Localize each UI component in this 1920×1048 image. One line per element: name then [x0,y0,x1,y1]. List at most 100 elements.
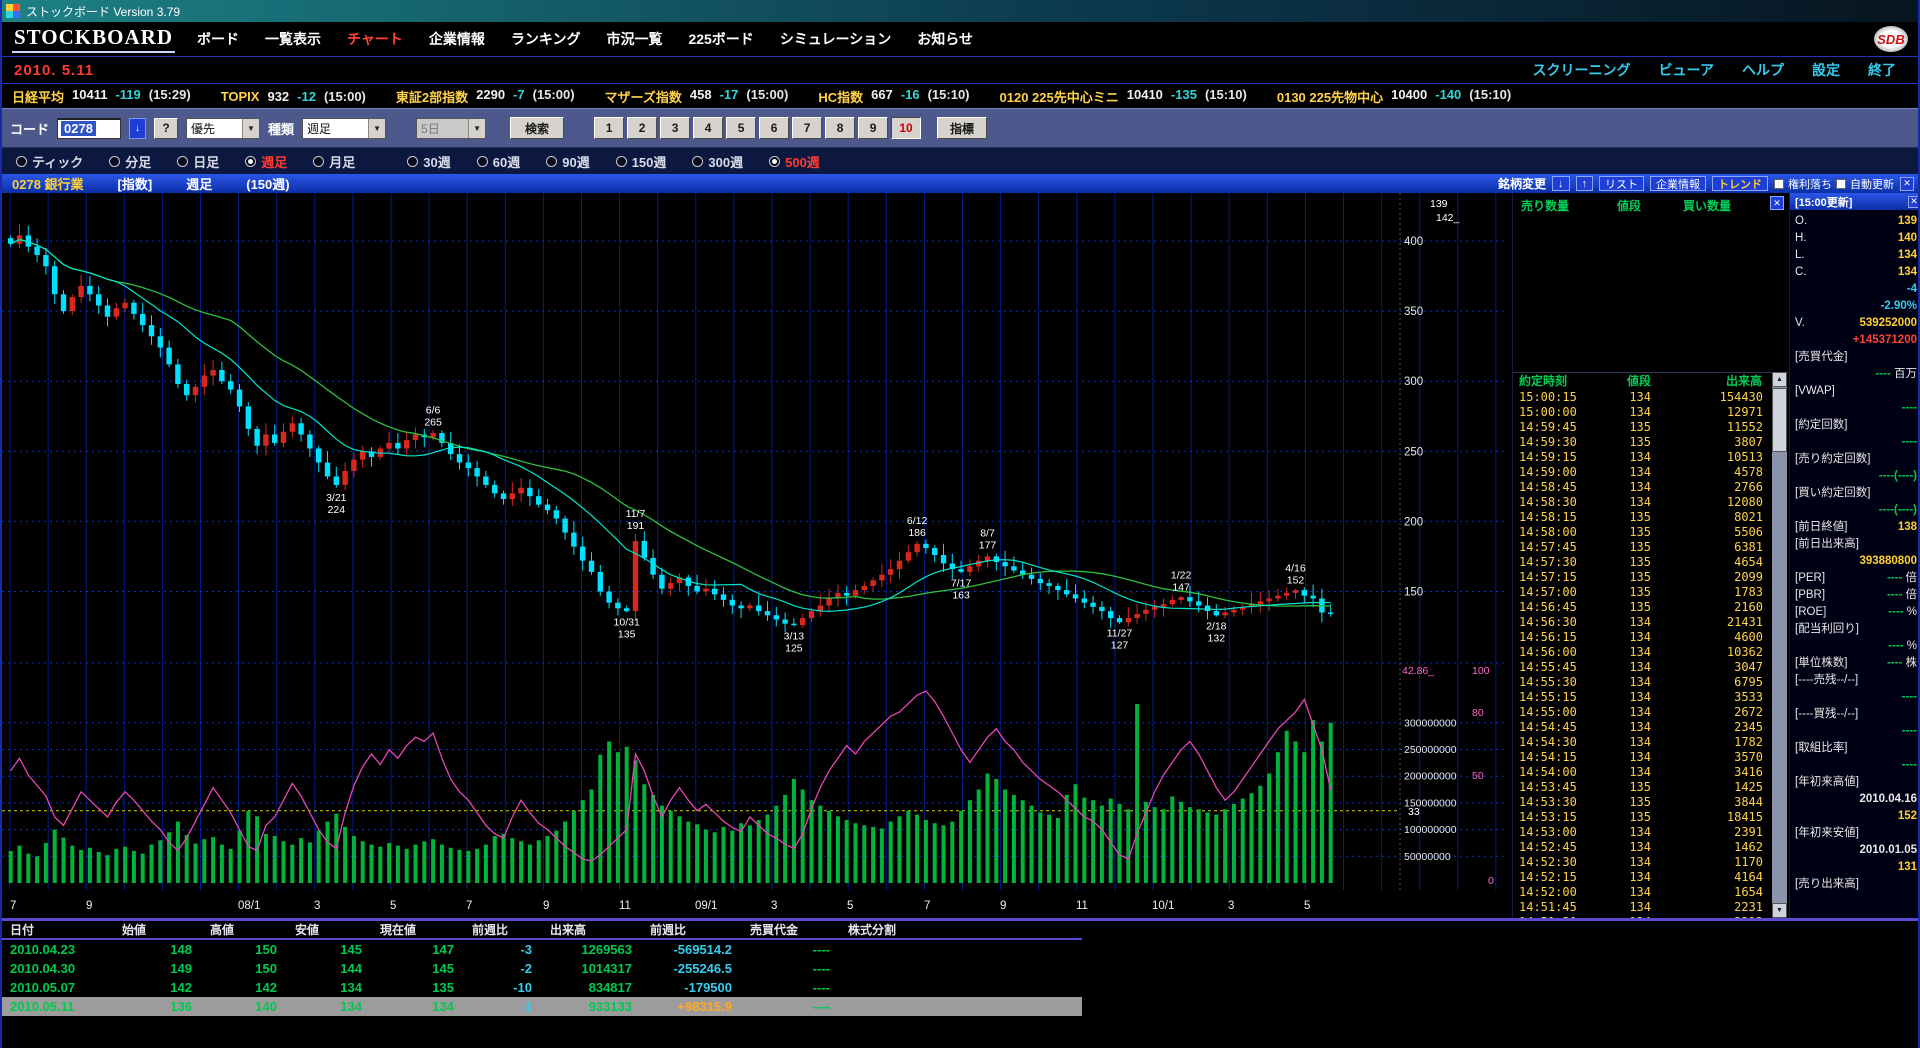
stats-close-icon[interactable]: ✕ [1908,196,1920,208]
header-checkbox[interactable]: 権利落ち [1774,176,1832,192]
corp-info-button[interactable]: 企業情報 [1650,176,1706,191]
checkbox-icon[interactable] [1774,179,1784,189]
menu-item[interactable]: ランキング [511,29,581,49]
timeframe-radio[interactable]: 分足 [109,152,151,171]
stats-row: [----買残--/--]---- [1795,706,1917,740]
timeframe-radio[interactable]: 60週 [477,152,520,171]
history-row[interactable]: 2010.05.07142142134135-10834817-179500--… [2,978,1082,997]
execution-list: 約定時刻 値段 出来高 15:00:1513415443015:00:00134… [1513,372,1788,918]
order-panel-close-icon[interactable]: ✕ [1770,196,1784,210]
timeframe-radio[interactable]: ティック [16,152,83,171]
timeframe-radio[interactable]: 日足 [177,152,219,171]
svg-text:9: 9 [86,900,92,912]
stats-row: L.134 [1795,247,1917,264]
ticker-change: -7 [513,87,525,106]
timeframe-radio[interactable]: 150週 [616,152,667,171]
menu-item[interactable]: 企業情報 [429,29,485,49]
ticker-item: 東証2部指数2290-7(15:00) [396,87,575,106]
execution-row: 14:54:301341782 [1513,735,1773,750]
priority-dropdown[interactable]: 優先▼ [186,118,260,139]
sub-link[interactable]: ビューア [1659,60,1714,80]
radio-icon[interactable] [692,156,703,167]
indicator-button[interactable]: 指標 [937,117,987,139]
radio-icon[interactable] [407,156,418,167]
radio-icon[interactable] [769,156,780,167]
execution-headers: 約定時刻 値段 出来高 [1513,373,1788,389]
code-label: コード [10,119,49,138]
radio-icon[interactable] [477,156,488,167]
symbol-up-button[interactable]: ↑ [1576,176,1594,191]
checkbox-icon[interactable] [1836,179,1846,189]
svg-text:300000000: 300000000 [1404,717,1457,729]
symbol-down-button[interactable]: ↓ [1552,176,1570,191]
menu-item[interactable]: シミュレーション [780,29,891,49]
chart-page-button[interactable]: 8 [825,117,855,139]
stats-row: C.134 [1795,264,1917,281]
execution-row: 14:58:3013412080 [1513,495,1773,510]
radio-icon[interactable] [16,156,27,167]
menu-item[interactable]: 225ボード [688,29,753,49]
menu-item[interactable]: 一覧表示 [265,29,321,49]
chart-page-button[interactable]: 5 [726,117,756,139]
chart-page-button[interactable]: 6 [759,117,789,139]
order-book-headers: 売り数量 値段 買い数量 [1513,193,1787,214]
menu-item[interactable]: 市況一覧 [606,29,662,49]
stats-row: [年初来高値]2010.04.16152 [1795,774,1917,825]
radio-icon[interactable] [109,156,120,167]
chart-page-button[interactable]: 10 [891,117,921,139]
header-checkbox[interactable]: 自動更新 [1836,176,1894,192]
timeframe-radio[interactable]: 月足 [313,152,355,171]
timeframe-radio[interactable]: 300週 [692,152,743,171]
chart-page-button[interactable]: 2 [627,117,657,139]
exec-scrollbar[interactable]: ▲ ▼ [1772,372,1787,918]
chart-page-button[interactable]: 7 [792,117,822,139]
radio-icon[interactable] [313,156,324,167]
svg-text:1/22: 1/22 [1171,570,1192,582]
menu-item[interactable]: ボード [197,29,239,49]
ticker-time: (15:10) [1205,87,1247,106]
history-row[interactable]: 2010.05.11136140134134-1933133+98315.9--… [2,997,1082,1016]
radio-icon[interactable] [245,156,256,167]
history-row[interactable]: 2010.04.30149150144145-21014317-255246.5… [2,959,1082,978]
menu-item[interactable]: お知らせ [917,29,973,49]
help-button[interactable]: ? [154,118,178,139]
chart-page-button[interactable]: 3 [660,117,690,139]
radio-icon[interactable] [616,156,627,167]
execution-row: 14:52:451341462 [1513,840,1773,855]
radio-icon[interactable] [177,156,188,167]
scroll-thumb[interactable] [1772,388,1787,452]
svg-text:0: 0 [1488,875,1494,887]
dropdown-arrow-icon[interactable]: ▼ [242,119,259,138]
menu-item[interactable]: チャート [347,29,403,49]
chart-header: 0278 銀行業 [指数] 週足 (150週) 銘柄変更 ↓ ↑ リスト 企業情… [2,174,1918,193]
timeframe-radio[interactable]: 90週 [546,152,589,171]
trend-button[interactable]: トレンド [1712,176,1768,191]
sub-link[interactable]: 終了 [1868,60,1896,80]
chart-close-icon[interactable]: ✕ [1900,177,1914,191]
exec-time-header: 約定時刻 [1513,373,1595,389]
change-symbol-label[interactable]: 銘柄変更 [1498,175,1546,192]
history-col-header: 売買代金 [742,921,840,938]
timeframe-radio[interactable]: 500週 [769,152,820,171]
radio-icon[interactable] [546,156,557,167]
chart-page-button[interactable]: 9 [858,117,888,139]
scroll-down-icon[interactable]: ▼ [1772,903,1787,918]
execution-row: 14:58:001355506 [1513,525,1773,540]
chart-page-button[interactable]: 4 [693,117,723,139]
timeframe-radio[interactable]: 30週 [407,152,450,171]
scroll-up-icon[interactable]: ▲ [1772,372,1787,387]
sub-link[interactable]: 設定 [1812,60,1840,80]
code-spin-button[interactable]: ↓ [129,118,146,139]
svg-text:224: 224 [328,504,346,516]
sub-link[interactable]: ヘルプ [1742,60,1784,80]
chart-page-button[interactable]: 1 [594,117,624,139]
list-button[interactable]: リスト [1599,176,1644,191]
search-button[interactable]: 検索 [510,117,564,139]
code-input[interactable]: 0278 [57,118,121,139]
timeframe-radio[interactable]: 週足 [245,152,287,171]
history-row[interactable]: 2010.04.23148150145147-31269563-569514.2… [2,940,1082,959]
dropdown-arrow-icon[interactable]: ▼ [368,119,385,138]
period-dropdown[interactable]: 週足▼ [302,118,386,139]
execution-row: 14:54:151343570 [1513,750,1773,765]
sub-link[interactable]: スクリーニング [1533,60,1631,80]
